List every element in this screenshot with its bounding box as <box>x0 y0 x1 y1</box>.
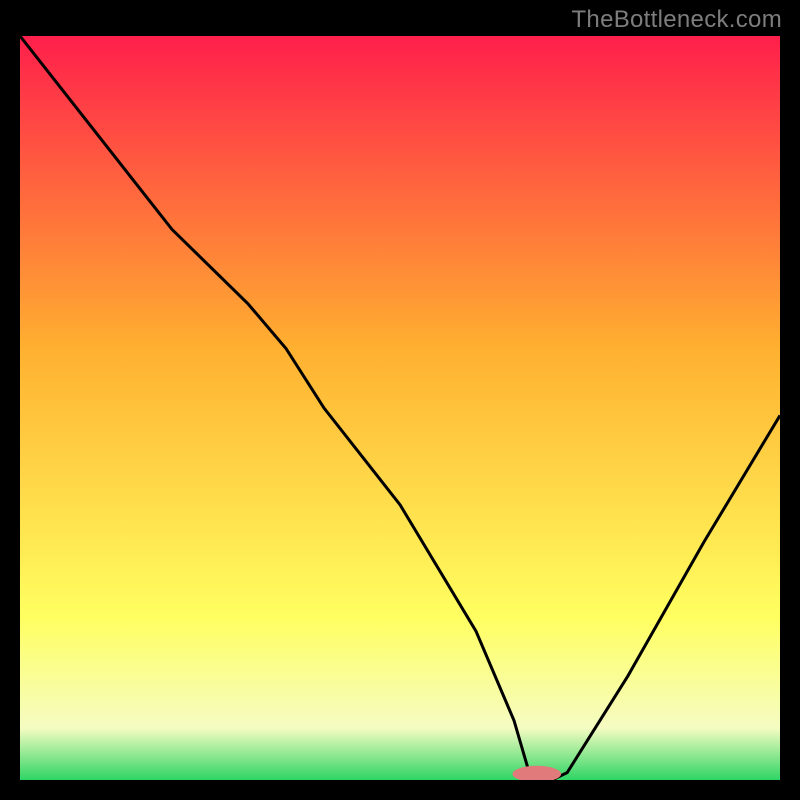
gradient-background <box>20 36 780 780</box>
plot-frame <box>20 36 780 780</box>
chart-container: TheBottleneck.com <box>0 0 800 800</box>
watermark-text: TheBottleneck.com <box>571 6 782 34</box>
bottleneck-plot <box>20 36 780 780</box>
